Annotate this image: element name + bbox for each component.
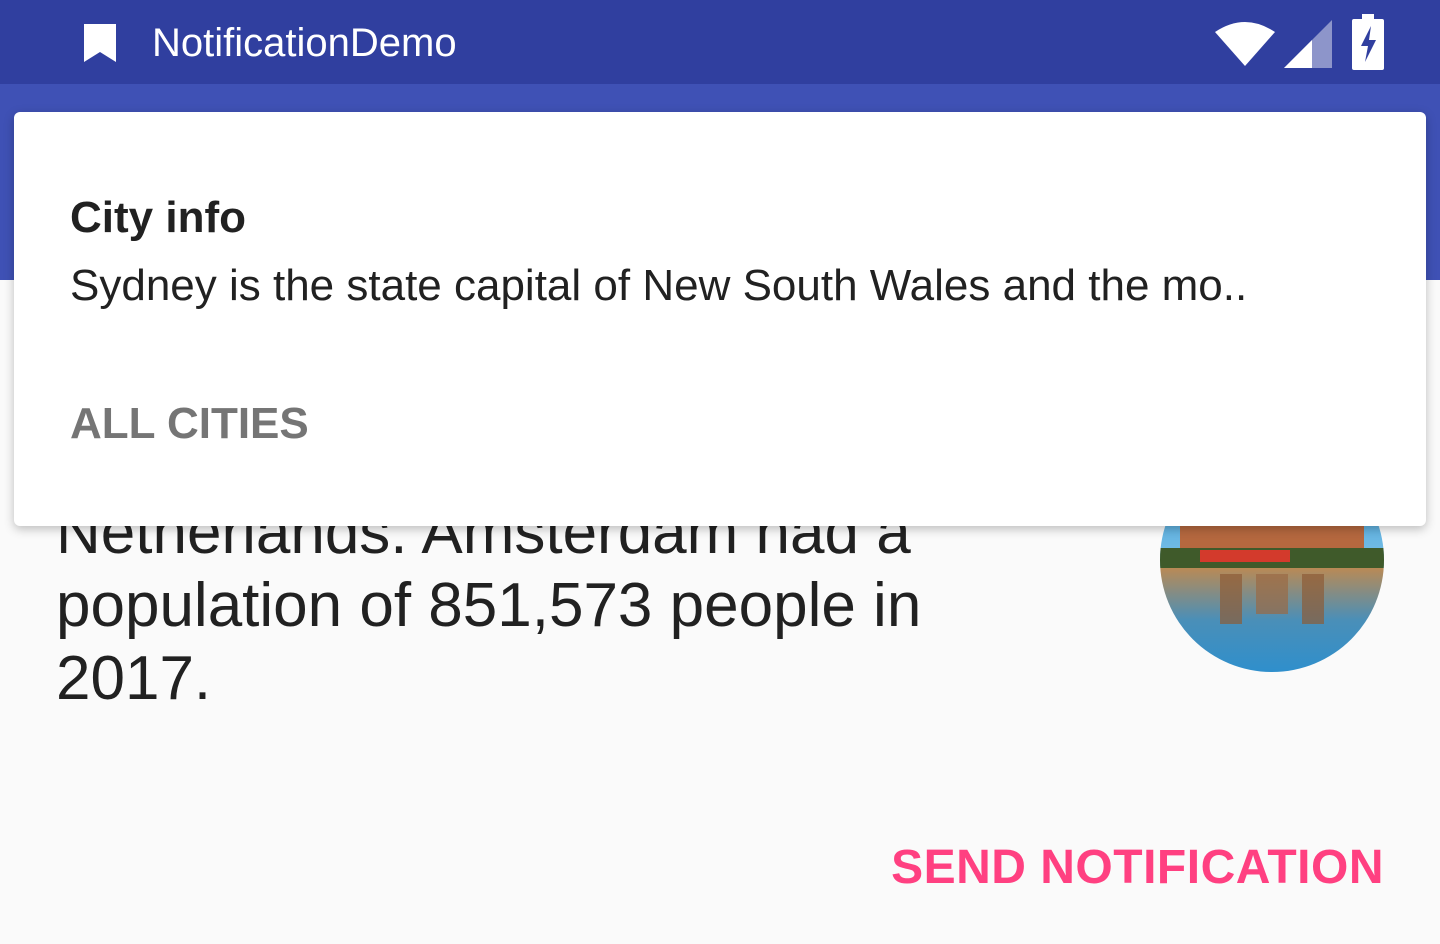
wifi-icon	[1215, 22, 1275, 66]
send-notification-button[interactable]: SEND NOTIFICATION	[891, 838, 1384, 898]
heads-up-notification[interactable]: City info Sydney is the state capital of…	[14, 112, 1426, 526]
battery-charging-icon	[1352, 14, 1384, 70]
notification-text: Sydney is the state capital of New South…	[70, 261, 1248, 310]
notification-title: City info	[70, 193, 246, 242]
bookmark-icon	[84, 24, 116, 62]
app-name: NotificationDemo	[152, 21, 457, 65]
status-bar: NotificationDemo	[0, 0, 1440, 84]
all-cities-action-button[interactable]: ALL CITIES	[70, 396, 309, 452]
city-description: Netherlands. Amsterdam had a population …	[56, 498, 922, 713]
cell-signal-icon	[1284, 20, 1332, 68]
